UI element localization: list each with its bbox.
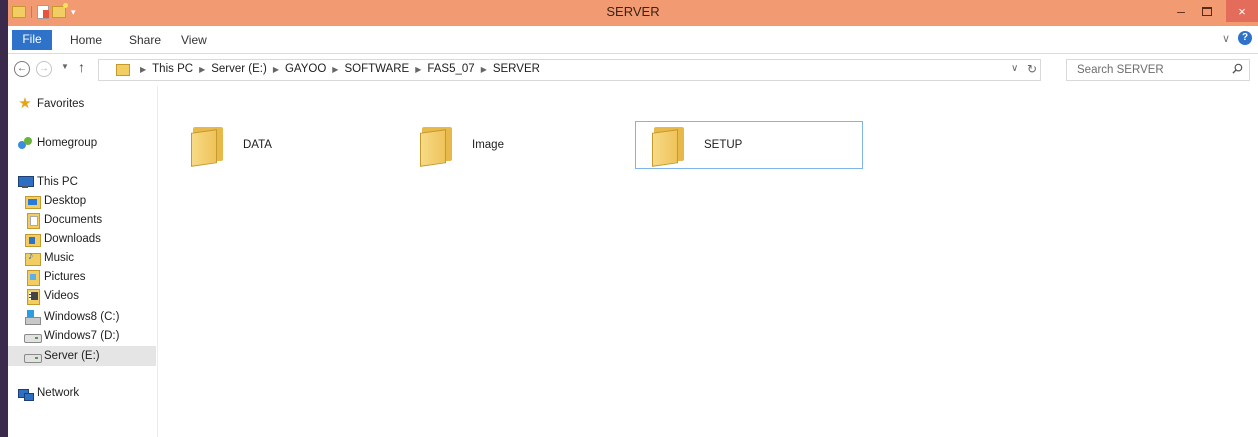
system-drive-icon: [24, 309, 41, 325]
sidebar-item-server-e[interactable]: Server (E:): [8, 346, 156, 366]
breadcrumb-item[interactable]: SOFTWARE: [344, 63, 409, 75]
computer-icon: [17, 174, 34, 190]
nav-label: Network: [37, 387, 80, 399]
sidebar-item-downloads[interactable]: Downloads: [8, 229, 156, 249]
close-icon: ×: [1238, 3, 1246, 19]
nav-favorites[interactable]: ★ Favorites: [8, 94, 156, 114]
breadcrumb-item[interactable]: SERVER: [493, 63, 540, 75]
folder-tile-setup[interactable]: SETUP: [635, 121, 863, 169]
chevron-right-icon[interactable]: ▶: [415, 65, 421, 74]
search-box[interactable]: [1066, 59, 1250, 81]
nav-network[interactable]: Network: [8, 383, 156, 403]
minimize-button[interactable]: –: [1168, 0, 1194, 22]
address-dropdown-icon[interactable]: ∨: [1011, 63, 1018, 74]
chevron-right-icon[interactable]: ▶: [332, 65, 338, 74]
breadcrumb-item[interactable]: Server (E:): [211, 63, 267, 75]
address-bar[interactable]: ▶ This PC ▶ Server (E:) ▶ GAYOO ▶ SOFTWA…: [98, 59, 1041, 81]
explorer-window: ▾ SERVER – × File Home Share View ∨ ? ← …: [8, 0, 1258, 437]
tab-share[interactable]: Share: [129, 33, 161, 47]
sidebar-item-videos[interactable]: Videos: [8, 286, 156, 306]
sidebar-item-label: Downloads: [44, 233, 101, 245]
nav-label: Favorites: [37, 98, 85, 110]
folder-name: Image: [472, 139, 504, 151]
network-icon: [17, 385, 34, 401]
sidebar-item-label: Videos: [44, 290, 79, 302]
sidebar-item-music[interactable]: Music: [8, 248, 156, 268]
navigation-pane: ★ Favorites Homegroup This PC Desktop Do…: [8, 86, 158, 437]
nav-this-pc[interactable]: This PC: [8, 172, 156, 192]
desktop-icon: [24, 193, 41, 209]
drive-icon: [24, 328, 42, 344]
chevron-right-icon[interactable]: ▶: [273, 65, 279, 74]
nav-label: Homegroup: [37, 137, 98, 149]
breadcrumb-item[interactable]: FAS5_07: [427, 63, 474, 75]
sidebar-item-windows7-d[interactable]: Windows7 (D:): [8, 326, 156, 346]
tab-view[interactable]: View: [181, 33, 207, 47]
up-button[interactable]: ↑: [78, 59, 85, 75]
folder-icon: [652, 125, 686, 167]
expand-ribbon-icon[interactable]: ∨: [1222, 32, 1230, 45]
folder-icon: [420, 125, 454, 167]
star-icon: ★: [18, 95, 32, 112]
address-row: ← → ▼ ↑ ▶ This PC ▶ Server (E:) ▶ GAYOO …: [8, 56, 1258, 84]
sidebar-item-documents[interactable]: Documents: [8, 210, 156, 230]
sidebar-item-label: Server (E:): [44, 350, 100, 362]
sidebar-item-label: Pictures: [44, 271, 86, 283]
sidebar-item-label: Music: [44, 252, 75, 264]
sidebar-item-pictures[interactable]: Pictures: [8, 267, 156, 287]
title-bar[interactable]: ▾ SERVER – ×: [8, 0, 1258, 26]
file-list[interactable]: DATA Image SETUP: [159, 86, 1258, 437]
help-icon[interactable]: ?: [1238, 31, 1252, 45]
search-icon[interactable]: [1232, 63, 1243, 74]
ribbon: File Home Share View ∨ ?: [8, 26, 1258, 54]
folder-name: SETUP: [704, 139, 743, 151]
sidebar-item-label: Desktop: [44, 195, 87, 207]
documents-icon: [24, 212, 40, 229]
folder-tile-data[interactable]: DATA: [175, 122, 403, 168]
recent-locations-icon[interactable]: ▼: [61, 62, 69, 71]
minimize-icon: –: [1177, 3, 1185, 19]
pictures-icon: [24, 269, 40, 286]
window-title: SERVER: [606, 4, 660, 19]
sidebar-item-label: Windows7 (D:): [44, 330, 120, 342]
folder-icon: [191, 125, 225, 167]
breadcrumb: ▶ This PC ▶ Server (E:) ▶ GAYOO ▶ SOFTWA…: [134, 63, 540, 75]
back-button[interactable]: ←: [14, 61, 30, 77]
maximize-button[interactable]: [1194, 0, 1220, 22]
downloads-icon: [24, 231, 41, 247]
breadcrumb-item[interactable]: This PC: [152, 63, 193, 75]
sidebar-item-label: Windows8 (C:): [44, 311, 120, 323]
close-button[interactable]: ×: [1226, 0, 1258, 22]
music-icon: [24, 250, 41, 266]
chevron-right-icon[interactable]: ▶: [140, 65, 146, 74]
sidebar-item-label: Documents: [44, 214, 103, 226]
tab-file[interactable]: File: [12, 30, 52, 50]
homegroup-icon: [17, 135, 33, 151]
chevron-right-icon[interactable]: ▶: [199, 65, 205, 74]
folder-tile-image[interactable]: Image: [404, 122, 632, 168]
nav-label: This PC: [37, 176, 78, 188]
search-input[interactable]: [1067, 60, 1227, 80]
chevron-right-icon[interactable]: ▶: [481, 65, 487, 74]
forward-button[interactable]: →: [36, 61, 52, 77]
folder-name: DATA: [243, 139, 272, 151]
nav-homegroup[interactable]: Homegroup: [8, 133, 156, 153]
refresh-icon[interactable]: ↻: [1027, 62, 1037, 76]
tab-home[interactable]: Home: [70, 33, 102, 47]
restore-icon: [1202, 6, 1212, 16]
sidebar-item-windows8-c[interactable]: Windows8 (C:): [8, 307, 156, 327]
breadcrumb-item[interactable]: GAYOO: [285, 63, 326, 75]
videos-icon: [24, 288, 40, 305]
address-folder-icon: [116, 64, 130, 76]
drive-icon: [24, 348, 42, 364]
sidebar-item-desktop[interactable]: Desktop: [8, 191, 156, 211]
